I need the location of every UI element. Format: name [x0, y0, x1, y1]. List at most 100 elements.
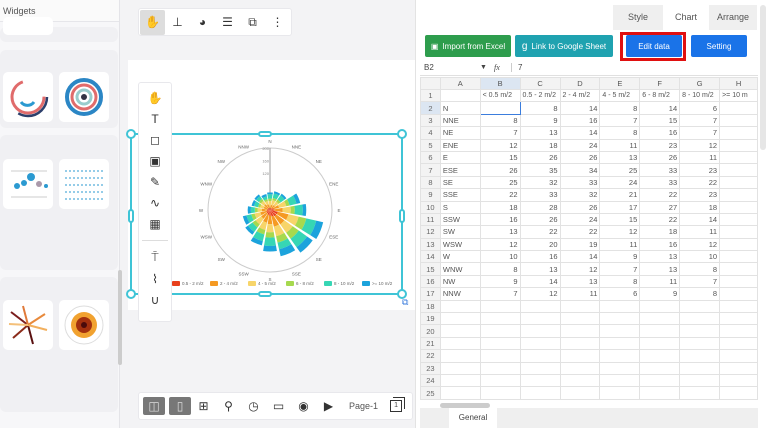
row-number[interactable]: 25 — [420, 386, 441, 400]
cell[interactable]: 18 — [639, 225, 681, 239]
cell[interactable] — [439, 88, 481, 103]
row-number[interactable]: 12 — [420, 225, 441, 239]
cell[interactable] — [719, 373, 758, 388]
row-number[interactable]: 2 — [420, 101, 441, 115]
widget-strip-plot[interactable] — [59, 159, 109, 209]
cell[interactable]: 22 — [639, 212, 681, 227]
cell[interactable] — [519, 373, 561, 388]
sliders-icon[interactable]: ☰ — [215, 10, 240, 35]
cell[interactable]: 8 — [599, 126, 641, 140]
cell[interactable]: 32 — [559, 188, 601, 202]
widgets-scrollbar[interactable] — [118, 270, 122, 365]
row-number[interactable]: 24 — [420, 373, 441, 388]
sheet-tab-general[interactable]: General — [449, 408, 497, 428]
row-number[interactable]: 16 — [420, 274, 441, 289]
cell[interactable] — [679, 312, 721, 326]
cell[interactable]: 26 — [519, 150, 561, 165]
cell[interactable]: 12 — [519, 287, 561, 301]
page-label[interactable]: Page-1 — [349, 401, 378, 411]
cell[interactable]: 12 — [679, 138, 721, 152]
cell[interactable] — [719, 188, 758, 202]
cell[interactable] — [719, 274, 758, 289]
cell[interactable]: WNW — [439, 262, 481, 276]
cell[interactable]: 7 — [679, 274, 721, 289]
cell[interactable]: 8 — [679, 287, 721, 301]
image-icon[interactable]: ▣ — [143, 150, 168, 171]
resize-handle[interactable] — [258, 131, 272, 137]
widget-radial-bar[interactable] — [3, 72, 53, 122]
cell[interactable] — [439, 373, 481, 388]
resize-handle[interactable] — [128, 209, 134, 223]
cell[interactable]: 6 — [599, 287, 641, 301]
cell[interactable] — [719, 138, 758, 152]
cell[interactable] — [639, 336, 681, 351]
row-number[interactable]: 10 — [420, 200, 441, 214]
cell[interactable]: 23 — [639, 138, 681, 152]
cell[interactable]: 7 — [599, 262, 641, 276]
text-icon[interactable]: T — [143, 108, 168, 129]
cell[interactable]: 34 — [559, 163, 601, 177]
shapes-icon[interactable]: ◻ — [143, 129, 168, 150]
column-header[interactable]: F — [639, 77, 681, 90]
resize-handle[interactable] — [126, 289, 136, 299]
cell[interactable]: 7 — [599, 113, 641, 128]
present-icon[interactable]: ▶ — [316, 394, 341, 419]
cell[interactable]: 7 — [479, 287, 521, 301]
cell[interactable]: 19 — [559, 237, 601, 252]
cell[interactable]: 16 — [639, 126, 681, 140]
cell[interactable] — [639, 349, 681, 363]
magnet-icon[interactable]: ∪ — [143, 289, 168, 310]
cell[interactable]: >= 10 m — [719, 88, 758, 103]
cell[interactable]: 11 — [679, 225, 721, 239]
row-number[interactable]: 8 — [420, 175, 441, 190]
cell[interactable]: 9 — [479, 274, 521, 289]
cell[interactable]: 14 — [559, 250, 601, 264]
cell[interactable] — [439, 336, 481, 351]
curve-icon[interactable]: ∿ — [143, 192, 168, 213]
row-number[interactable]: 1 — [420, 88, 441, 103]
cell[interactable]: 9 — [599, 250, 641, 264]
cell[interactable]: NE — [439, 126, 481, 140]
cell[interactable]: 13 — [479, 225, 521, 239]
cell[interactable] — [719, 386, 758, 400]
cell[interactable]: 14 — [519, 274, 561, 289]
cell[interactable]: 25 — [479, 175, 521, 190]
cell[interactable]: 6 — [679, 101, 721, 115]
cell[interactable] — [719, 349, 758, 363]
row-number[interactable]: 13 — [420, 237, 441, 252]
cell[interactable] — [519, 349, 561, 363]
cell[interactable] — [639, 361, 681, 376]
cell[interactable]: 7 — [479, 126, 521, 140]
column-header[interactable]: H — [719, 77, 758, 90]
cell[interactable] — [479, 324, 521, 338]
cell[interactable]: 21 — [599, 188, 641, 202]
timer-icon[interactable]: ◷ — [241, 394, 266, 419]
cell[interactable] — [719, 299, 758, 314]
cell[interactable]: 14 — [679, 212, 721, 227]
cell[interactable]: 15 — [639, 113, 681, 128]
cell[interactable] — [439, 324, 481, 338]
row-number[interactable]: 7 — [420, 163, 441, 177]
cell[interactable] — [719, 336, 758, 351]
cell[interactable]: SE — [439, 175, 481, 190]
cell[interactable]: 20 — [519, 237, 561, 252]
cell[interactable] — [719, 126, 758, 140]
replace-icon[interactable]: ⧉ — [240, 10, 265, 35]
cell[interactable]: 7 — [679, 126, 721, 140]
cell[interactable] — [599, 386, 641, 400]
setting-button[interactable]: Setting — [691, 35, 747, 57]
cell[interactable] — [679, 349, 721, 363]
cell[interactable] — [519, 299, 561, 314]
cell[interactable] — [639, 299, 681, 314]
cell[interactable] — [599, 349, 641, 363]
row-number[interactable]: 3 — [420, 113, 441, 128]
cell[interactable] — [479, 349, 521, 363]
row-number[interactable]: 11 — [420, 212, 441, 227]
cell[interactable] — [719, 101, 758, 115]
cell[interactable]: 11 — [559, 287, 601, 301]
chart-action-icon[interactable]: ⧉ — [402, 297, 408, 308]
cell[interactable]: 11 — [639, 274, 681, 289]
cell[interactable]: 22 — [639, 188, 681, 202]
cell[interactable]: NW — [439, 274, 481, 289]
cell[interactable] — [719, 113, 758, 128]
